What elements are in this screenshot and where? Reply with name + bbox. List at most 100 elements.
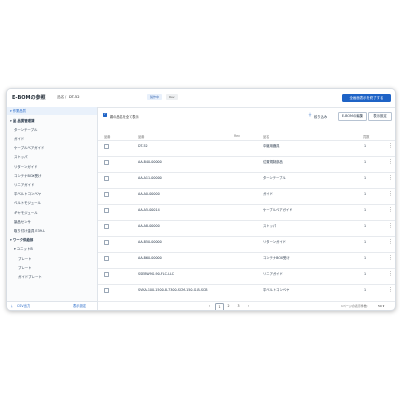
tree-item[interactable]: ▾ 品 品質管理課 (10, 118, 34, 123)
row-menu-icon[interactable]: ⋮ (388, 285, 393, 295)
table-row[interactable]: DT-52 中継用器具 1 ⋮ (98, 140, 395, 151)
tree-item[interactable]: ターンテーブル (14, 127, 37, 132)
tree-item[interactable]: コンテナBOX受け (14, 173, 41, 178)
tree-item[interactable]: ギヤモジュール (14, 210, 38, 215)
tree-item[interactable]: リニアガイド (14, 182, 34, 187)
row-menu-icon[interactable]: ⋮ (388, 173, 393, 183)
exit-fullscreen-button[interactable]: 全画面表示を終了する (342, 94, 391, 102)
row-checkbox[interactable] (104, 192, 110, 198)
row-checkbox[interactable] (104, 208, 110, 214)
part-name-cell: リターンガイド (263, 240, 286, 244)
part-name-cell: コンテナBOX受け (263, 256, 290, 260)
row-checkbox[interactable] (104, 272, 110, 278)
page-title: E-BOMの参照 (12, 95, 46, 101)
display-settings-button[interactable]: 表示設定 (368, 111, 392, 121)
row-checkbox[interactable] (104, 224, 110, 230)
quantity-cell: 1 (364, 192, 367, 196)
row-checkbox[interactable] (104, 144, 110, 150)
tree-item[interactable]: プレート (18, 265, 32, 270)
tree-item-label: ギヤモジュール (14, 210, 38, 215)
row-checkbox[interactable] (104, 240, 110, 246)
row-checkbox[interactable] (104, 160, 110, 166)
quantity-cell: 1 (364, 208, 367, 212)
tree-root-label: ▾ 作業品質 (10, 109, 26, 113)
column-header-qty: 員数 (363, 135, 370, 139)
part-number-cell: AA-A5-00014 (138, 208, 160, 212)
page-2-button[interactable]: 2 (225, 303, 232, 310)
show-parent-label: 親の品名を全て表示 (110, 114, 139, 119)
table-row[interactable]: AA-B50-00000 リターンガイド 1 ⋮ (98, 236, 395, 247)
page-1-button[interactable]: 1 (215, 303, 224, 310)
display-settings-link[interactable]: 表示設定 (73, 302, 86, 310)
row-menu-icon[interactable]: ⋮ (388, 253, 393, 263)
table-row[interactable]: AA-A8-00000 ストッパ 1 ⋮ (98, 220, 395, 231)
breadcrumb-separator: / (65, 95, 67, 99)
row-checkbox[interactable] (104, 176, 110, 182)
tree-item[interactable]: プレート (18, 256, 32, 261)
row-menu-icon[interactable]: ⋮ (388, 141, 393, 151)
tree-item-label: プレート (18, 265, 32, 270)
row-checkbox[interactable] (104, 256, 110, 262)
table-row[interactable]: AA-A11-00000 ターンテーブル 1 ⋮ (98, 172, 395, 183)
part-name-cell: 中継用器具 (263, 144, 280, 148)
table-row[interactable]: AA-B40-00000 位置規制部品 1 ⋮ (98, 156, 395, 167)
quantity-cell: 1 (364, 224, 367, 228)
table-row[interactable]: SVKA-100-1500-8-7300-SCM-150-G-B-SCB 平ベルト… (98, 284, 395, 295)
tree-item-label: ガイド (14, 136, 25, 141)
quantity-cell: 1 (364, 256, 367, 260)
table-row[interactable]: AA-A0-00000 ガイド 1 ⋮ (98, 188, 395, 199)
quantity-cell: 1 (364, 176, 367, 180)
show-parent-checkbox[interactable] (103, 112, 107, 117)
tree-item-label: 取り付け金具 E39-L (14, 228, 45, 233)
row-menu-icon[interactable]: ⋮ (388, 157, 393, 167)
tree-item[interactable]: 製品センサ (14, 219, 31, 224)
quantity-cell: 1 (364, 240, 367, 244)
table-row[interactable]: AA-A5-00014 ケーブルベアガイド 1 ⋮ (98, 204, 395, 215)
part-number-cell: SVKA-100-1500-8-7300-SCM-150-G-B-SCB (138, 288, 208, 292)
part-number-cell: AA-A11-00000 (138, 176, 162, 180)
part-number-cell: AA-A0-00000 (138, 192, 160, 196)
row-checkbox[interactable] (104, 288, 110, 294)
tree-item[interactable]: ベルトモジュール (14, 200, 41, 205)
column-header-no: 品番 (104, 135, 111, 139)
tree-item[interactable]: ガイド (14, 136, 24, 141)
tree-item-label: ▾ 品 品質管理課 (10, 118, 35, 123)
main-panel: 親の品名を全て表示 ⏚ 絞り込み E-BOMの編集 表示設定 品番 品番 Rev… (98, 107, 395, 310)
tree-item[interactable]: ガイドプレート (18, 274, 42, 279)
tree-item-label: コンテナBOX受け (14, 173, 42, 178)
tree-item-label: ケーブルベアガイド (14, 146, 45, 151)
page-3-button[interactable]: 3 (235, 303, 242, 310)
tree-item-label: ターンテーブル (14, 127, 38, 132)
tree-item-label: ガイドプレート (18, 274, 42, 279)
edit-ebom-button[interactable]: E-BOMの編集 (338, 111, 367, 121)
part-name-cell: リニアガイド (263, 272, 283, 276)
status-badge: 製作中 (147, 94, 163, 100)
row-menu-icon[interactable]: ⋮ (388, 237, 393, 247)
tree-item[interactable]: ストッパ (14, 154, 28, 159)
tree-item[interactable]: リターンガイド (14, 164, 38, 169)
tree-item[interactable]: ▾ ユニットB (14, 246, 33, 251)
row-menu-icon[interactable]: ⋮ (388, 189, 393, 199)
csv-export-button[interactable]: CSV出力 (17, 302, 30, 310)
tree-item[interactable]: ▾ ワーク供給部 (10, 237, 33, 242)
table-row[interactable]: AA-B60-00000 コンテナBOX受け 1 ⋮ (98, 252, 395, 263)
tree-root-item[interactable]: ▾ 作業品質 (7, 107, 97, 115)
tree-item[interactable]: 平ベルトコンベヤ (14, 191, 41, 196)
row-menu-icon[interactable]: ⋮ (388, 221, 393, 231)
quantity-cell: 1 (364, 272, 367, 276)
row-menu-icon[interactable]: ⋮ (388, 205, 393, 215)
next-page-button[interactable]: › (245, 303, 252, 310)
prev-page-button[interactable]: ‹ (206, 303, 213, 310)
header-bar: E-BOMの参照 品名 / DT-52 製作中 Rev 全画面表示を終了する (7, 89, 395, 108)
revision-badge: Rev (166, 94, 178, 100)
tree-item[interactable]: ケーブルベアガイド (14, 145, 44, 150)
table-toolbar: 親の品名を全て表示 ⏚ 絞り込み E-BOMの編集 表示設定 (98, 107, 395, 125)
tree-item[interactable]: 取り付け金具 E39-L (14, 228, 45, 233)
tree-item-label: ▾ ユニットB (14, 247, 33, 252)
breadcrumb-label: 品名 (57, 95, 65, 99)
filter-button[interactable]: 絞り込み (314, 114, 327, 119)
row-menu-icon[interactable]: ⋮ (388, 269, 393, 279)
per-page-select[interactable]: 50 ▾ (378, 303, 384, 310)
table-row[interactable]: SSEBW9G-90-FLC-LLC リニアガイド 1 ⋮ (98, 268, 395, 279)
bom-tree-sidebar: ▾ 作業品質 ▾ 品 品質管理課ターンテーブル ガイドケーブルベアガイド ストッパリ… (7, 107, 98, 310)
